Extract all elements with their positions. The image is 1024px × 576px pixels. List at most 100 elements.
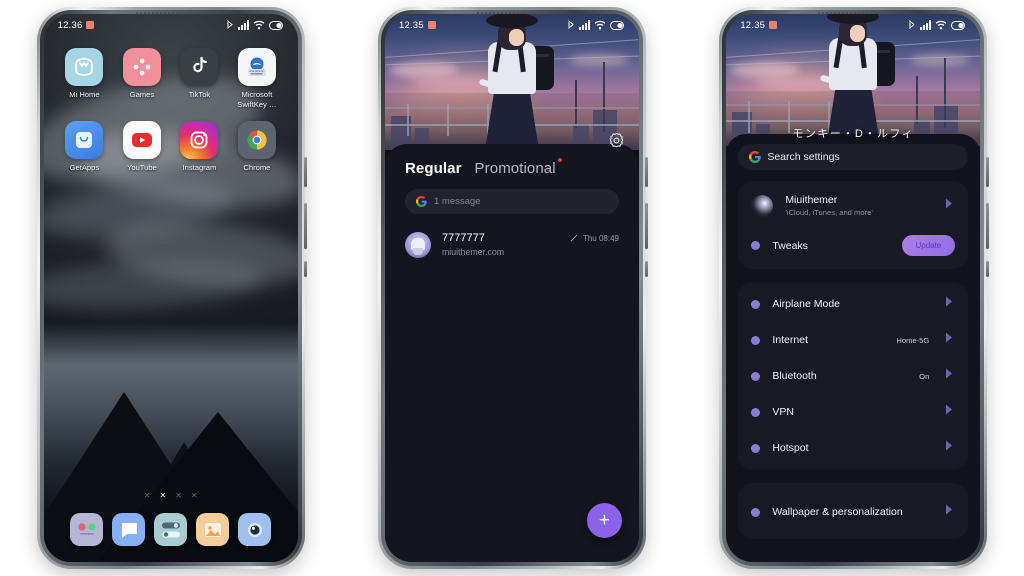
settings-screen-display: 12.35 モンキー・D・ルフィ Search settings Miuithe…	[726, 14, 981, 562]
app-label: GetApps	[69, 163, 100, 172]
message-time: Thu 08:49	[582, 233, 619, 243]
app-microsoft-swiftkey[interactable]: Microsoft SwiftKey …	[228, 48, 286, 109]
chevron-right-icon	[943, 331, 955, 349]
notification-dot-icon	[769, 21, 778, 29]
volume-up-button[interactable]	[644, 157, 648, 187]
row-label: Airplane Mode	[772, 298, 841, 310]
app-label: Microsoft SwiftKey …	[237, 90, 277, 109]
message-preview: miuithemer.com	[441, 247, 505, 257]
tab-promotional[interactable]: Promotional	[475, 158, 562, 177]
app-label: Instagram	[182, 163, 217, 172]
settings-row-vpn[interactable]: VPN	[738, 394, 968, 430]
bullet-icon	[751, 371, 761, 381]
signal-icon	[237, 20, 249, 30]
settings-row-bluetooth[interactable]: Bluetooth On	[738, 358, 968, 394]
volume-down-button[interactable]	[644, 203, 648, 249]
gallery-dock-icon[interactable]	[196, 513, 230, 546]
volume-up-button[interactable]	[986, 157, 990, 187]
dock	[44, 513, 298, 546]
chevron-right-icon	[943, 503, 955, 521]
bullet-icon	[751, 335, 761, 345]
promotional-badge-dot	[557, 158, 562, 162]
avatar	[404, 232, 431, 258]
wifi-icon	[253, 20, 265, 30]
search-placeholder: 1 message	[433, 196, 481, 207]
app-label: Mi Home	[69, 90, 100, 99]
signal-icon	[920, 20, 932, 30]
google-icon	[415, 196, 427, 207]
bluetooth-icon	[567, 19, 575, 31]
settings-row-account[interactable]: Miuithemer 'iCloud, iTunes, and more'	[738, 185, 968, 226]
account-subtitle: 'iCloud, iTunes, and more'	[785, 208, 873, 217]
search-settings-label: Search settings	[767, 151, 840, 163]
app-games[interactable]: Games	[113, 48, 171, 109]
chevron-right-icon	[943, 367, 955, 385]
page-dot-active[interactable]: ✕	[159, 492, 166, 500]
settings-row-internet[interactable]: Internet Home-5G	[738, 322, 968, 358]
messages-dock-icon[interactable]	[112, 513, 146, 546]
row-label: VPN	[772, 406, 794, 418]
avatar	[751, 194, 774, 217]
bluetooth-icon	[908, 19, 916, 31]
search-input[interactable]: 1 message	[404, 189, 619, 214]
tab-regular[interactable]: Regular	[405, 160, 462, 177]
personalization-card: Wallpaper & personalization	[738, 483, 969, 539]
messages-sheet: Regular Promotional 1 message 7777777 Th…	[384, 144, 639, 562]
home-screen-display: 12.36 Mi Home Games TikTok Microsoft Swi…	[43, 14, 298, 562]
volume-down-button[interactable]	[986, 203, 990, 249]
settings-sheet: Search settings Miuithemer 'iCloud, iTun…	[726, 134, 981, 562]
bullet-icon	[751, 241, 761, 250]
app-label: YouTube	[126, 163, 157, 172]
connectivity-card: Airplane Mode Internet Home-5G Bluetooth…	[738, 282, 969, 470]
app-tiktok[interactable]: TikTok	[171, 48, 229, 109]
compose-button[interactable]: +	[586, 503, 622, 538]
page-dot[interactable]: ✕	[191, 492, 198, 500]
getapps-icon	[65, 121, 104, 159]
page-dot[interactable]: ✕	[175, 492, 182, 500]
camera-dock-icon[interactable]	[238, 513, 272, 546]
settings-row-hotspot[interactable]: Hotspot	[738, 430, 968, 466]
google-icon	[749, 151, 762, 163]
notification-dot-icon	[86, 21, 95, 29]
messages-screen-display: 12.35 Regular Promotional 1 message 7777…	[384, 14, 639, 562]
bullet-icon	[751, 299, 761, 309]
settings-gear-icon[interactable]	[608, 132, 625, 149]
app-instagram[interactable]: Instagram	[171, 121, 229, 173]
app-getapps[interactable]: GetApps	[56, 121, 114, 173]
search-settings-input[interactable]: Search settings	[738, 144, 969, 170]
tiktok-icon	[180, 48, 219, 86]
settings-row-tweaks[interactable]: Tweaks Update	[738, 226, 968, 265]
bluetooth-icon	[226, 19, 234, 31]
volume-up-button[interactable]	[303, 157, 307, 187]
phone-settings-screen: 12.35 モンキー・D・ルフィ Search settings Miuithe…	[719, 7, 990, 569]
power-button[interactable]	[986, 261, 990, 277]
youtube-icon	[122, 121, 161, 159]
settings-row-wallpaper-personalization[interactable]: Wallpaper & personalization	[738, 487, 968, 535]
app-youtube[interactable]: YouTube	[113, 121, 171, 173]
page-indicator[interactable]: ✕ ✕ ✕ ✕	[44, 492, 298, 500]
row-label: Hotspot	[772, 442, 809, 454]
swiftkey-icon	[237, 48, 276, 86]
app-grid: Mi Home Games TikTok Microsoft SwiftKey …	[44, 48, 298, 173]
chevron-right-icon	[943, 197, 955, 215]
tweaks-label: Tweaks	[772, 239, 808, 252]
message-list-item[interactable]: 7777777 Thu 08:49 miuithemer.com	[385, 214, 639, 258]
settings-row-airplane-mode[interactable]: Airplane Mode	[738, 286, 968, 322]
phone-home-screen: 12.36 Mi Home Games TikTok Microsoft Swi…	[36, 7, 307, 569]
update-button[interactable]: Update	[901, 235, 956, 256]
app-label: TikTok	[188, 90, 211, 99]
phone-dock-icon[interactable]	[70, 513, 104, 546]
page-dot[interactable]: ✕	[144, 492, 151, 500]
message-tabs: Regular Promotional	[385, 144, 639, 177]
settings-dock-icon[interactable]	[154, 513, 188, 546]
app-mi-home[interactable]: Mi Home	[56, 48, 114, 109]
power-button[interactable]	[644, 261, 648, 277]
row-label: Wallpaper & personalization	[772, 506, 903, 518]
volume-down-button[interactable]	[303, 203, 307, 249]
app-chrome[interactable]: Chrome	[228, 121, 286, 173]
row-label: Internet	[772, 334, 808, 346]
battery-icon	[609, 20, 625, 30]
power-button[interactable]	[303, 261, 307, 277]
account-name: Miuithemer	[785, 194, 838, 206]
chevron-right-icon	[943, 295, 955, 313]
